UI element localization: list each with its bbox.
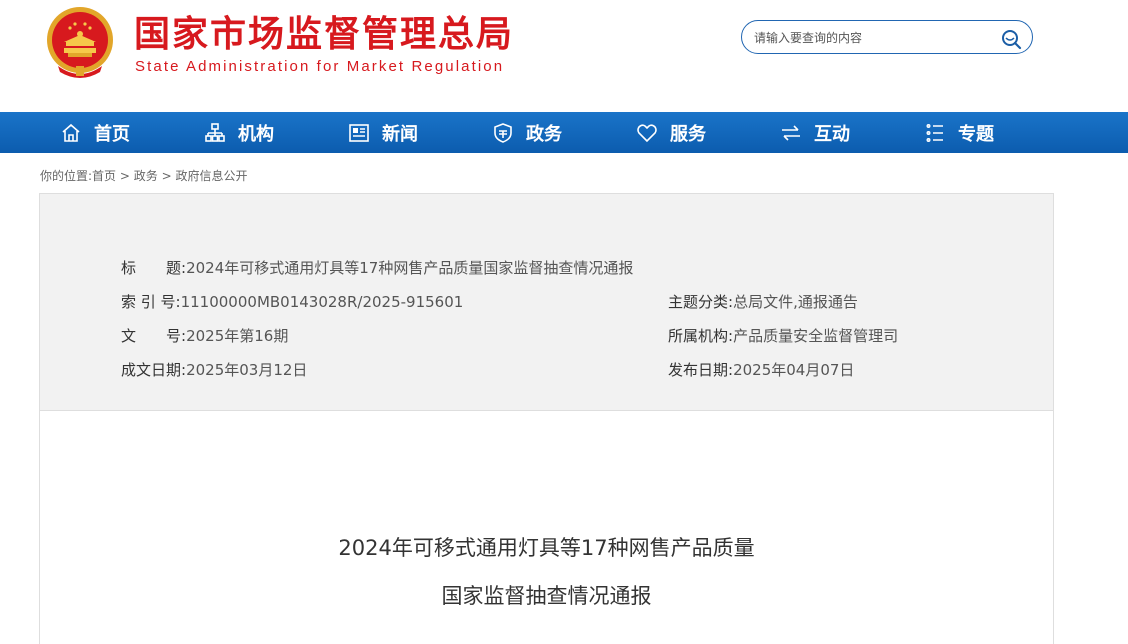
main-nav: 首页 机构 新闻 政务 服务 互动 专题 [0,112,1128,153]
list-icon [926,123,943,142]
meta-docno-row: 文 号:2025年第16期 [121,326,288,346]
nav-item-label: 专题 [958,123,994,145]
document-title-line-1: 2024年可移式通用灯具等17种网售产品质量 [338,536,755,560]
breadcrumb-government-affairs[interactable]: 政务 [134,169,158,183]
meta-category-label: 主题分类: [668,293,734,311]
meta-published-date-label: 发布日期: [668,361,734,379]
news-icon [349,123,369,142]
meta-org-value: 产品质量安全监督管理司 [733,327,899,345]
nav-item-label: 政务 [526,123,562,145]
site-title-english[interactable]: State Administration for Market Regulati… [135,58,504,75]
document-title-line-2: 国家监督抽查情况通报 [441,584,652,608]
nav-item-label: 互动 [814,123,850,145]
meta-published-date-row: 发布日期:2025年04月07日 [668,360,854,380]
meta-title-label: 标 题: [121,259,187,277]
breadcrumb-info-disclosure[interactable]: 政府信息公开 [176,169,248,183]
heart-icon [637,123,657,142]
nav-item-government-affairs[interactable]: 政务 [492,112,562,153]
nav-item-label: 首页 [94,123,130,145]
exchange-arrows-icon [782,124,800,141]
meta-category-row: 主题分类:总局文件,通报通告 [668,292,858,312]
search-box [741,20,1033,54]
breadcrumb-home[interactable]: 首页 [92,169,116,183]
org-chart-icon [205,122,225,142]
meta-title-row: 标 题:2024年可移式通用灯具等17种网售产品质量国家监督抽查情况通报 [121,258,633,278]
breadcrumb-prefix: 你的位置: [40,169,93,183]
home-icon [62,123,80,142]
nav-item-label: 新闻 [382,123,418,145]
nav-item-organization[interactable]: 机构 [204,112,274,153]
breadcrumb: 你的位置:首页 > 政务 > 政府信息公开 [40,167,248,184]
search-icon[interactable] [1000,28,1022,50]
meta-written-date-label: 成文日期: [121,361,187,379]
meta-written-date-value: 2025年03月12日 [186,361,308,379]
nav-item-services[interactable]: 服务 [636,112,706,153]
meta-index-label: 索 引 号: [121,293,181,311]
meta-category-value: 总局文件,通报通告 [733,293,858,311]
shield-icon [494,122,512,143]
nav-item-label: 服务 [670,123,706,145]
nav-item-interaction[interactable]: 互动 [780,112,850,153]
national-emblem-icon[interactable] [44,4,116,82]
meta-title-value: 2024年可移式通用灯具等17种网售产品质量国家监督抽查情况通报 [186,259,634,277]
meta-index-value: 11100000MB0143028R/2025-915601 [180,293,464,311]
breadcrumb-separator: > [119,169,130,183]
breadcrumb-separator: > [161,169,172,183]
article-container: 标 题:2024年可移式通用灯具等17种网售产品质量国家监督抽查情况通报 索 引… [39,193,1054,644]
site-title[interactable]: 国家市场监督管理总局 [134,14,514,56]
meta-index-row: 索 引 号:11100000MB0143028R/2025-915601 [121,292,463,312]
nav-item-label: 机构 [238,123,274,145]
meta-docno-label: 文 号: [121,327,187,345]
site-header: 国家市场监督管理总局 State Administration for Mark… [0,0,1128,112]
meta-org-row: 所属机构:产品质量安全监督管理司 [668,326,898,346]
nav-item-home[interactable]: 首页 [60,112,130,153]
meta-org-label: 所属机构: [668,327,734,345]
meta-published-date-value: 2025年04月07日 [733,361,855,379]
search-input[interactable] [754,27,994,49]
nav-item-news[interactable]: 新闻 [348,112,418,153]
nav-item-topics[interactable]: 专题 [924,112,994,153]
meta-written-date-row: 成文日期:2025年03月12日 [121,360,307,380]
meta-docno-value: 2025年第16期 [186,327,289,345]
document-metadata: 标 题:2024年可移式通用灯具等17种网售产品质量国家监督抽查情况通报 索 引… [40,194,1053,411]
